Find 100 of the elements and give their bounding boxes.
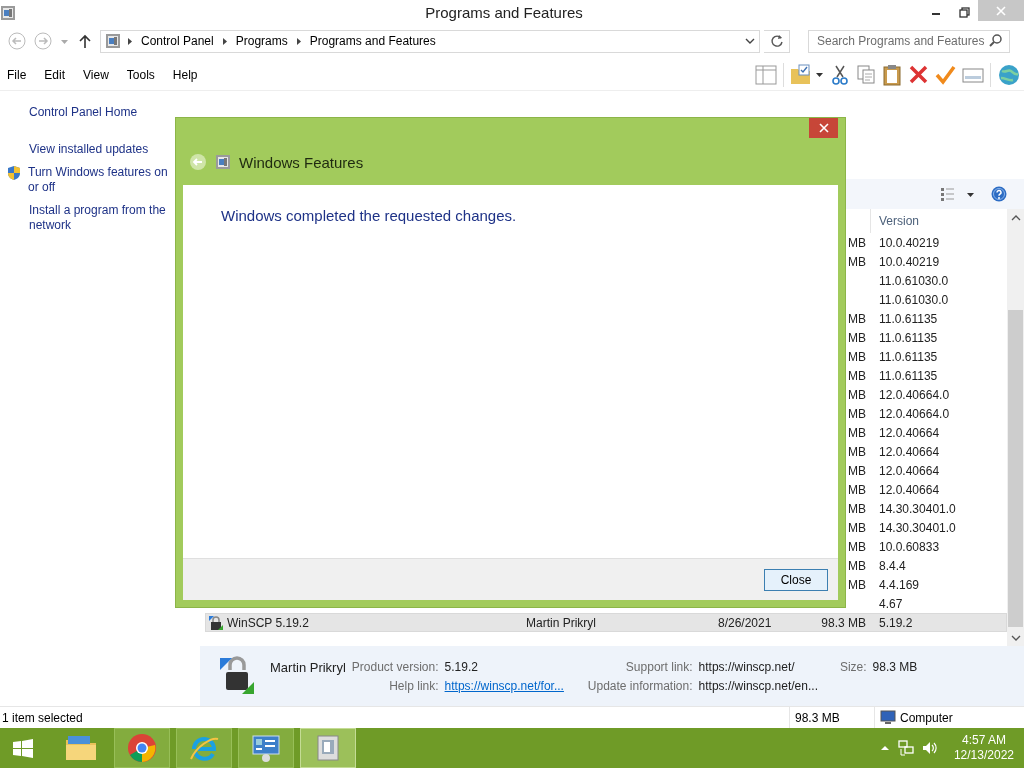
app-icon[interactable] — [0, 4, 16, 21]
chevron-icon[interactable] — [127, 36, 133, 46]
breadcrumb[interactable]: Programs and Features — [307, 34, 438, 48]
control-panel-icon — [105, 33, 121, 49]
dialog-title: Windows Features — [239, 153, 364, 171]
column-header[interactable]: Version — [870, 209, 1000, 233]
table-cell: MB — [848, 482, 866, 497]
selected-row[interactable]: WinSCP 5.19.2 Martin Prikryl 8/26/2021 98.3 MB 5.19.2 — [205, 613, 1007, 632]
menu-item[interactable]: Edit — [37, 67, 72, 82]
table-cell: 4.4.169 — [879, 577, 920, 592]
chevron-icon[interactable] — [221, 36, 228, 46]
menu-item[interactable]: Help — [165, 67, 204, 82]
field-label: Product version: — [351, 660, 439, 674]
status-text: 1 item selected — [1, 710, 84, 725]
table-cell: 10.0.40219 — [879, 235, 940, 250]
table-cell: MB — [848, 311, 866, 326]
table-cell: 11.0.61030.0 — [879, 273, 949, 288]
table-cell: 10.0.40219 — [879, 254, 940, 269]
table-cell: 12.0.40664 — [879, 444, 940, 459]
sidebar-link[interactable]: Control Panel Home — [29, 105, 179, 120]
search-field[interactable]: Search Programs and Features — [808, 29, 1010, 53]
dropdown-icon[interactable] — [745, 37, 755, 45]
table-cell: MB — [848, 235, 866, 250]
scrollbar[interactable] — [1007, 209, 1024, 646]
caret-icon[interactable] — [815, 70, 824, 79]
table-cell: MB — [848, 539, 866, 554]
table-cell: 12.0.40664.0 — [879, 387, 950, 402]
table-cell: MB — [848, 425, 866, 440]
menu-item[interactable]: Tools — [119, 67, 161, 82]
table-cell: 12.0.40664 — [879, 463, 940, 478]
back-icon[interactable] — [189, 153, 207, 171]
control-panel-icon[interactable] — [250, 732, 282, 764]
table-cell: MB — [848, 463, 866, 478]
close-button[interactable] — [809, 118, 838, 138]
table-cell: MB — [848, 577, 866, 592]
table-cell: 14.30.30401.0 — [879, 520, 956, 535]
table-cell: 12.0.40664 — [879, 425, 940, 440]
table-cell: 11.0.61030.0 — [879, 292, 949, 307]
field-value: https://winscp.net/en... — [698, 678, 819, 693]
close-icon[interactable] — [818, 123, 829, 133]
table-cell: Martin Prikryl — [526, 615, 596, 630]
table-cell: 12.0.40664.0 — [879, 406, 950, 421]
view-list-icon[interactable] — [940, 186, 956, 202]
refresh-button[interactable] — [764, 29, 790, 53]
field-value: https://winscp.net/ — [698, 660, 796, 674]
field-label: Update information: — [586, 678, 693, 693]
table-cell: 98.3 MB — [821, 615, 866, 630]
table-cell: MB — [848, 444, 866, 459]
table-cell: 8/26/2021 — [718, 615, 772, 630]
publisher-name: Martin Prikryl — [270, 659, 346, 675]
chevron-icon[interactable] — [295, 36, 302, 46]
close-button[interactable]: Close — [764, 568, 828, 591]
sidebar-link[interactable]: View installed updates — [29, 142, 179, 157]
taskbar-app-button[interactable] — [114, 728, 170, 768]
scroll-thumb[interactable] — [1008, 310, 1023, 627]
table-cell: 5.19.2 — [879, 615, 913, 630]
volume-icon[interactable] — [921, 740, 938, 756]
table-cell: 8.4.4 — [879, 558, 906, 573]
menu-item[interactable]: File — [0, 67, 33, 82]
show-hidden-icons-icon[interactable] — [879, 744, 890, 752]
browser-icon[interactable] — [126, 732, 158, 764]
field-value: 5.19.2 — [444, 660, 479, 674]
computer-icon — [880, 710, 896, 725]
table-cell: MB — [848, 387, 866, 402]
windows-features-icon — [215, 154, 231, 170]
table-cell: 11.0.61135 — [879, 349, 938, 364]
table-cell: 11.0.61135 — [879, 330, 938, 345]
window-title: Programs and Features — [424, 4, 584, 21]
menu-item[interactable]: View — [76, 67, 115, 82]
breadcrumb[interactable]: Control Panel — [139, 34, 216, 48]
address-bar[interactable]: Control Panel Programs Programs and Features — [100, 29, 760, 53]
table-cell: MB — [848, 349, 866, 364]
table-cell: 12.0.40664 — [879, 482, 940, 497]
sidebar-link[interactable]: Turn Windows features on or off — [28, 165, 178, 195]
network-icon[interactable] — [897, 740, 914, 756]
table-cell: 11.0.61135 — [879, 368, 938, 383]
scroll-up-icon[interactable] — [1010, 214, 1021, 221]
restore-icon[interactable] — [958, 7, 970, 18]
help-link[interactable]: https://winscp.net/for... — [444, 678, 572, 693]
table-cell: MB — [848, 520, 866, 535]
table-cell: MB — [848, 501, 866, 516]
table-cell: MB — [848, 406, 866, 421]
field-value: 98.3 MB — [872, 660, 918, 674]
program-icon — [208, 614, 224, 631]
search-icon[interactable] — [989, 34, 1003, 48]
sidebar-link[interactable]: Install a program from the network — [29, 203, 179, 233]
shield-icon — [6, 165, 22, 181]
table-cell: MB — [848, 254, 866, 269]
refresh-icon[interactable] — [769, 34, 784, 48]
help-icon[interactable] — [991, 186, 1007, 202]
windows-icon[interactable] — [13, 738, 33, 758]
breadcrumb[interactable]: Programs — [233, 34, 290, 48]
dialog-message: Windows completed the requested changes. — [221, 207, 518, 224]
status-location: Computer — [900, 710, 953, 725]
field-label: Size: — [838, 660, 867, 674]
scroll-down-icon[interactable] — [1010, 634, 1021, 641]
field-label: Help link: — [388, 678, 439, 693]
table-cell: MB — [848, 558, 866, 573]
taskbar-app-button[interactable] — [238, 728, 294, 768]
taskbar-app-button[interactable] — [300, 728, 356, 768]
